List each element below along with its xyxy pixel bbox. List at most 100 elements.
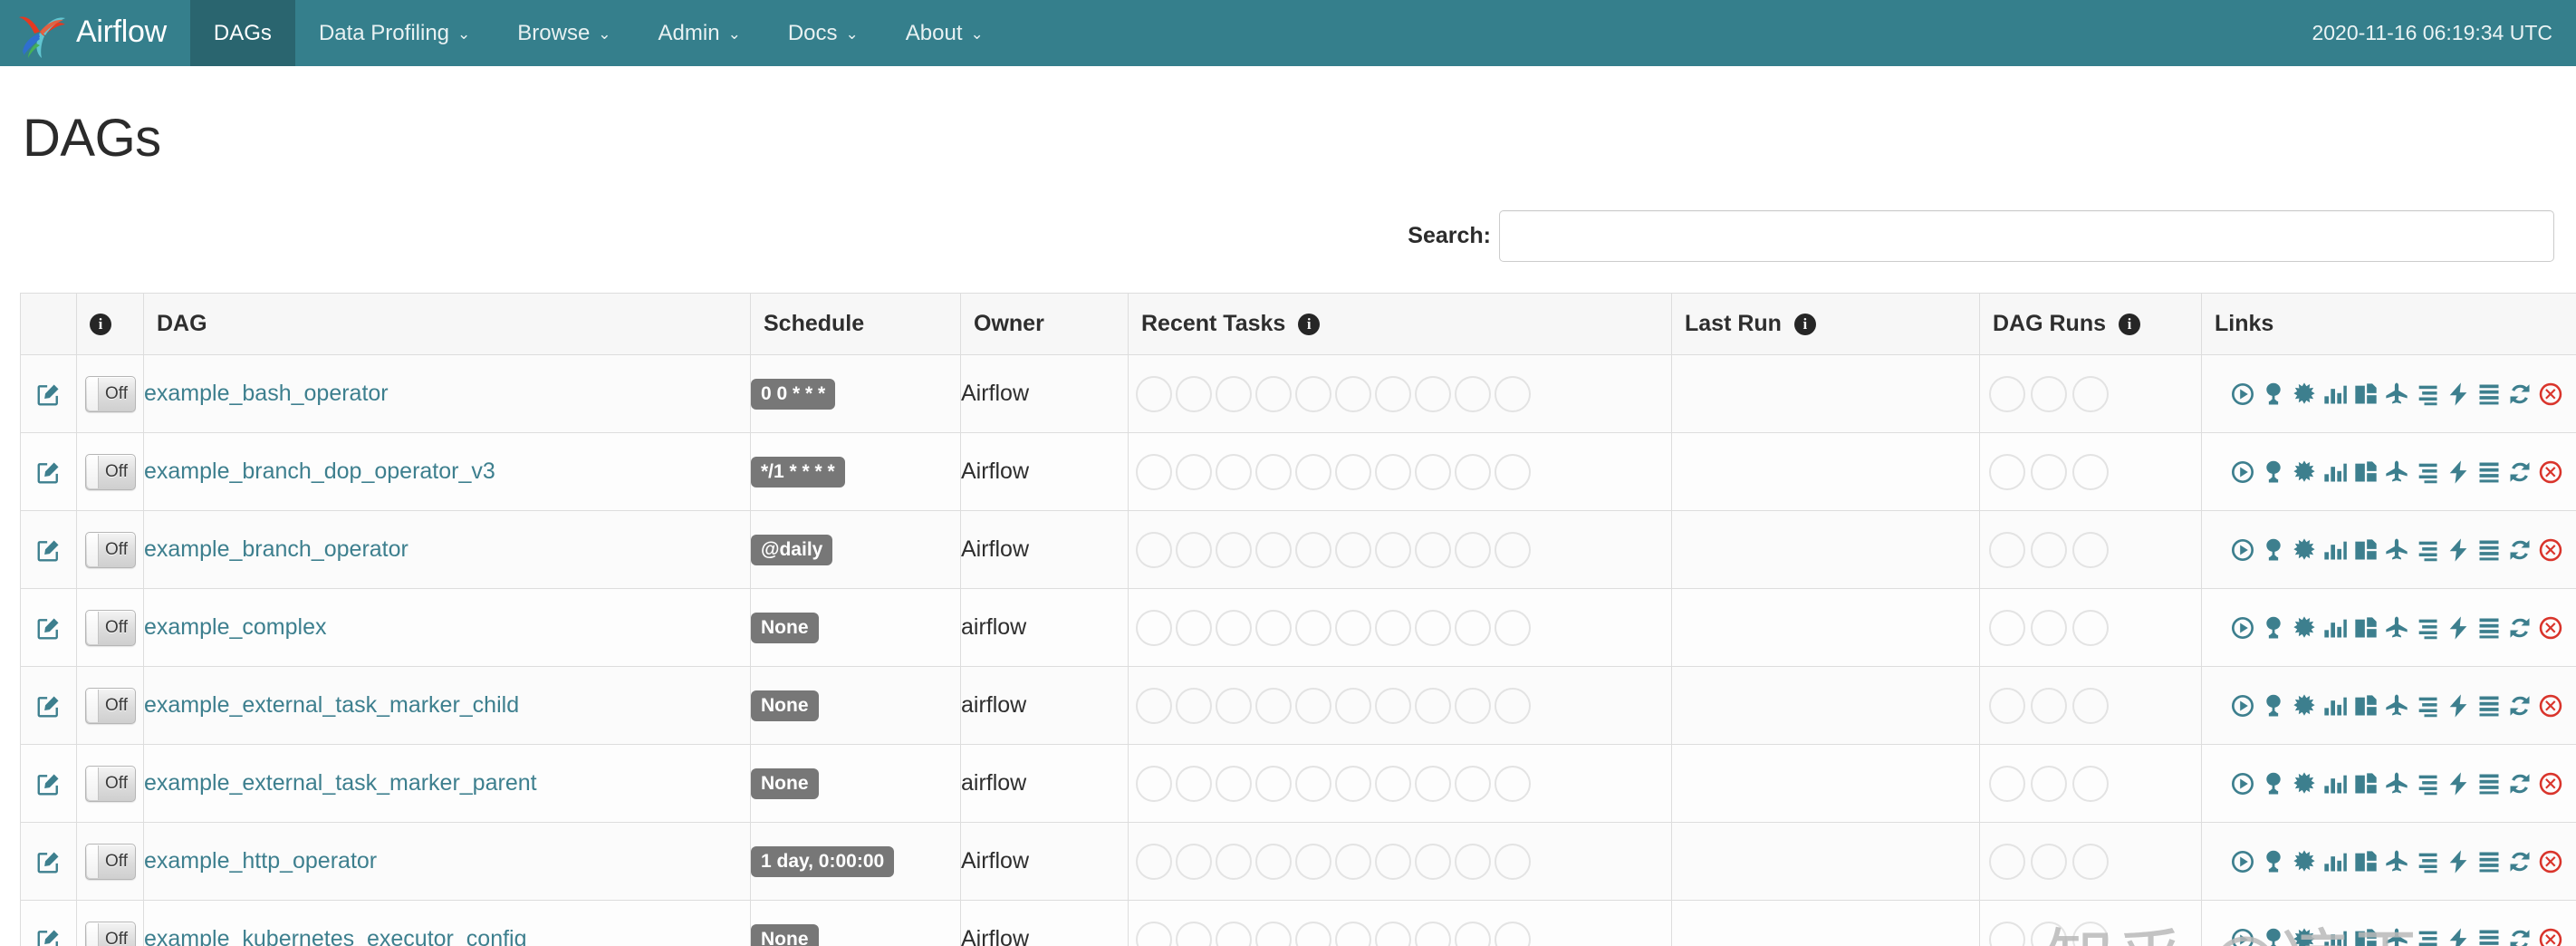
recent-task-status-circle[interactable] [1375, 843, 1411, 880]
landing-times-plane-icon[interactable] [2384, 771, 2409, 796]
recent-task-status-circle[interactable] [1335, 453, 1371, 490]
task-duration-chart-icon[interactable] [2322, 849, 2348, 874]
landing-times-plane-icon[interactable] [2384, 537, 2409, 563]
nav-item-browse[interactable]: Browse ⌄ [494, 0, 634, 66]
code-lines-icon[interactable] [2476, 615, 2502, 641]
edit-dag-icon[interactable] [35, 696, 62, 717]
code-lines-icon[interactable] [2476, 537, 2502, 563]
nav-item-data-profiling[interactable]: Data Profiling ⌄ [295, 0, 494, 66]
recent-task-status-circle[interactable] [1255, 609, 1292, 646]
info-icon[interactable]: i [1793, 314, 1816, 335]
dag-pause-toggle[interactable]: Off [84, 687, 136, 724]
delete-dag-icon[interactable] [2538, 849, 2563, 874]
recent-task-status-circle[interactable] [1255, 531, 1292, 568]
details-lightning-icon[interactable] [2446, 849, 2471, 874]
recent-task-status-circle[interactable] [1136, 687, 1172, 724]
gantt-bars-icon[interactable] [2415, 693, 2440, 719]
dag-run-status-circle[interactable] [1989, 531, 2025, 568]
recent-task-status-circle[interactable] [1176, 687, 1212, 724]
recent-task-status-circle[interactable] [1176, 921, 1212, 946]
trigger-dag-play-icon[interactable] [2230, 849, 2255, 874]
code-lines-icon[interactable] [2476, 459, 2502, 485]
recent-task-status-circle[interactable] [1136, 921, 1172, 946]
task-duration-chart-icon[interactable] [2322, 927, 2348, 946]
edit-dag-icon[interactable] [35, 462, 62, 483]
dag-run-status-circle[interactable] [2031, 609, 2067, 646]
dag-run-status-circle[interactable] [2072, 687, 2109, 724]
dag-pause-toggle[interactable]: Off [84, 609, 136, 646]
recent-task-status-circle[interactable] [1495, 687, 1531, 724]
recent-task-status-circle[interactable] [1455, 453, 1491, 490]
recent-task-status-circle[interactable] [1415, 765, 1451, 802]
dag-name-link[interactable]: example_external_task_marker_child [144, 692, 519, 718]
nav-item-docs[interactable]: Docs ⌄ [764, 0, 882, 66]
task-tries-code-icon[interactable] [2353, 615, 2379, 641]
graph-view-icon[interactable] [2292, 693, 2317, 719]
recent-task-status-circle[interactable] [1176, 531, 1212, 568]
recent-task-status-circle[interactable] [1455, 765, 1491, 802]
code-lines-icon[interactable] [2476, 381, 2502, 407]
trigger-dag-play-icon[interactable] [2230, 927, 2255, 946]
dag-run-status-circle[interactable] [2031, 765, 2067, 802]
graph-view-icon[interactable] [2292, 927, 2317, 946]
dag-run-status-circle[interactable] [1989, 453, 2025, 490]
recent-task-status-circle[interactable] [1375, 453, 1411, 490]
gantt-bars-icon[interactable] [2415, 927, 2440, 946]
recent-task-status-circle[interactable] [1495, 375, 1531, 412]
recent-task-status-circle[interactable] [1415, 843, 1451, 880]
details-lightning-icon[interactable] [2446, 459, 2471, 485]
dag-run-status-circle[interactable] [2031, 687, 2067, 724]
refresh-icon[interactable] [2507, 927, 2533, 946]
graph-view-icon[interactable] [2292, 849, 2317, 874]
recent-task-status-circle[interactable] [1295, 843, 1331, 880]
dag-run-status-circle[interactable] [1989, 921, 2025, 946]
task-tries-code-icon[interactable] [2353, 381, 2379, 407]
edit-dag-icon[interactable] [35, 774, 62, 795]
task-tries-code-icon[interactable] [2353, 537, 2379, 563]
details-lightning-icon[interactable] [2446, 615, 2471, 641]
recent-task-status-circle[interactable] [1495, 453, 1531, 490]
details-lightning-icon[interactable] [2446, 771, 2471, 796]
dag-name-link[interactable]: example_branch_operator [144, 536, 409, 562]
gantt-bars-icon[interactable] [2415, 615, 2440, 641]
nav-item-admin[interactable]: Admin ⌄ [635, 0, 764, 66]
recent-task-status-circle[interactable] [1295, 609, 1331, 646]
info-icon[interactable]: i [1298, 314, 1321, 335]
dag-pause-toggle[interactable]: Off [84, 375, 136, 412]
dag-run-status-circle[interactable] [1989, 843, 2025, 880]
recent-task-status-circle[interactable] [1335, 765, 1371, 802]
recent-task-status-circle[interactable] [1216, 843, 1252, 880]
recent-task-status-circle[interactable] [1455, 375, 1491, 412]
dag-run-status-circle[interactable] [1989, 375, 2025, 412]
recent-task-status-circle[interactable] [1216, 531, 1252, 568]
task-duration-chart-icon[interactable] [2322, 615, 2348, 641]
recent-task-status-circle[interactable] [1495, 609, 1531, 646]
tree-view-icon[interactable] [2261, 927, 2286, 946]
task-tries-code-icon[interactable] [2353, 927, 2379, 946]
delete-dag-icon[interactable] [2538, 381, 2563, 407]
nav-item-dags[interactable]: DAGs [189, 0, 295, 66]
landing-times-plane-icon[interactable] [2384, 615, 2409, 641]
delete-dag-icon[interactable] [2538, 459, 2563, 485]
dag-run-status-circle[interactable] [2031, 843, 2067, 880]
recent-task-status-circle[interactable] [1415, 453, 1451, 490]
dag-run-status-circle[interactable] [2072, 531, 2109, 568]
recent-task-status-circle[interactable] [1295, 453, 1331, 490]
dag-run-status-circle[interactable] [2072, 843, 2109, 880]
tree-view-icon[interactable] [2261, 771, 2286, 796]
recent-task-status-circle[interactable] [1255, 765, 1292, 802]
recent-task-status-circle[interactable] [1335, 375, 1371, 412]
gantt-bars-icon[interactable] [2415, 771, 2440, 796]
recent-task-status-circle[interactable] [1136, 609, 1172, 646]
recent-task-status-circle[interactable] [1335, 609, 1371, 646]
task-duration-chart-icon[interactable] [2322, 381, 2348, 407]
landing-times-plane-icon[interactable] [2384, 459, 2409, 485]
refresh-icon[interactable] [2507, 459, 2533, 485]
recent-task-status-circle[interactable] [1216, 375, 1252, 412]
recent-task-status-circle[interactable] [1375, 921, 1411, 946]
tree-view-icon[interactable] [2261, 615, 2286, 641]
delete-dag-icon[interactable] [2538, 771, 2563, 796]
dag-run-status-circle[interactable] [1989, 609, 2025, 646]
recent-task-status-circle[interactable] [1415, 375, 1451, 412]
tree-view-icon[interactable] [2261, 459, 2286, 485]
